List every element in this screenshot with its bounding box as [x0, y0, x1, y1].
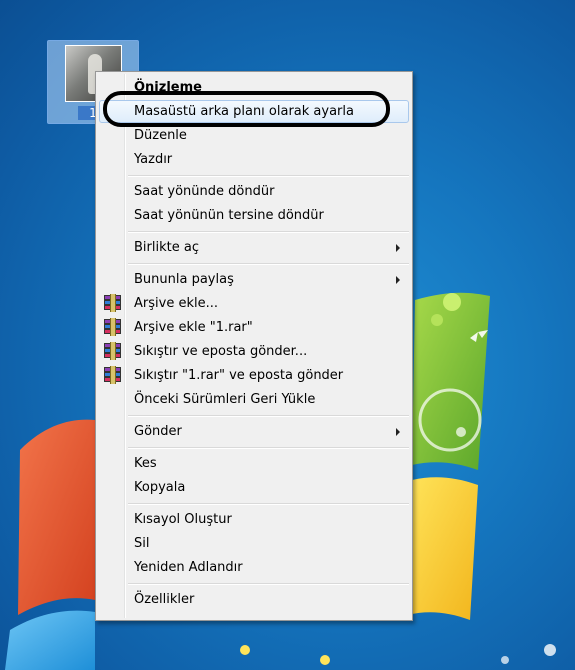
- menu-item-delete[interactable]: Sil: [99, 532, 409, 555]
- menu-item-compress-and-email[interactable]: Sıkıştır ve eposta gönder...: [99, 340, 409, 363]
- menu-item-add-to-rar[interactable]: Arşive ekle "1.rar": [99, 316, 409, 339]
- menu-item-copy[interactable]: Kopyala: [99, 476, 409, 499]
- menu-item-rotate-counterclockwise[interactable]: Saat yönünün tersine döndür: [99, 204, 409, 227]
- menu-item-create-shortcut[interactable]: Kısayol Oluştur: [99, 508, 409, 531]
- submenu-arrow-icon: [396, 276, 400, 284]
- menu-item-rename[interactable]: Yeniden Adlandır: [99, 556, 409, 579]
- menu-separator: [128, 503, 409, 505]
- winrar-icon: [104, 318, 122, 336]
- menu-item-print[interactable]: Yazdır: [99, 148, 409, 171]
- menu-separator: [128, 583, 409, 585]
- winrar-icon: [104, 294, 122, 312]
- menu-item-edit[interactable]: Düzenle: [99, 124, 409, 147]
- menu-item-add-to-archive[interactable]: Arşive ekle...: [99, 292, 409, 315]
- winrar-icon: [104, 342, 122, 360]
- menu-item-share-with[interactable]: Bununla paylaş: [99, 268, 409, 291]
- menu-separator: [128, 447, 409, 449]
- menu-item-cut[interactable]: Kes: [99, 452, 409, 475]
- menu-separator: [128, 175, 409, 177]
- menu-item-send-to[interactable]: Gönder: [99, 420, 409, 443]
- menu-item-compress-rar-and-email[interactable]: Sıkıştır "1.rar" ve eposta gönder: [99, 364, 409, 387]
- menu-separator: [128, 231, 409, 233]
- desktop[interactable]: 1 Önizleme Masaüstü arka planı olarak ay…: [0, 0, 575, 670]
- winrar-icon: [104, 366, 122, 384]
- menu-item-properties[interactable]: Özellikler: [99, 588, 409, 611]
- menu-separator: [128, 263, 409, 265]
- menu-separator: [128, 415, 409, 417]
- menu-item-restore-previous-versions[interactable]: Önceki Sürümleri Geri Yükle: [99, 388, 409, 411]
- menu-item-rotate-clockwise[interactable]: Saat yönünde döndür: [99, 180, 409, 203]
- context-menu: Önizleme Masaüstü arka planı olarak ayar…: [95, 71, 413, 621]
- annotation-highlight-oval: [103, 91, 390, 127]
- submenu-arrow-icon: [396, 428, 400, 436]
- submenu-arrow-icon: [396, 244, 400, 252]
- menu-item-open-with[interactable]: Birlikte aç: [99, 236, 409, 259]
